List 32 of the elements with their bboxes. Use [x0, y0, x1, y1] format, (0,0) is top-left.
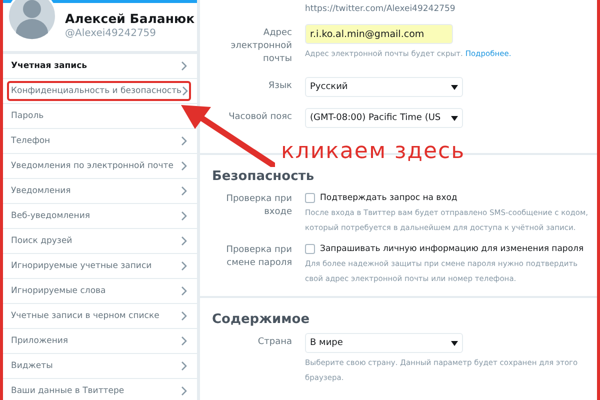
dropdown[interactable]: В мире: [305, 333, 463, 353]
sidebar-item[interactable]: Пароль: [11, 111, 44, 121]
sidebar-item[interactable]: Ваши данные в Твиттере: [11, 386, 124, 396]
sidebar-item[interactable]: Игнорируемые учетные записи: [11, 261, 152, 271]
sidebar-item[interactable]: Учетная запись: [11, 61, 88, 71]
field-label: Проверка при смене пароля: [225, 244, 292, 270]
sidebar-item[interactable]: Уведомления по электронной почте: [11, 161, 174, 171]
profile-url: https://twitter.com/Alexei49242759: [305, 4, 456, 14]
sidebar-item[interactable]: Веб-уведомления: [11, 211, 90, 221]
sidebar-item[interactable]: Поиск друзей: [11, 236, 72, 246]
annotation-caption: кликаем здесь: [281, 139, 466, 164]
section-heading: Содержимое: [212, 312, 311, 327]
field-label: Язык: [268, 80, 292, 93]
profile-handle: @Alexei49242759: [65, 28, 158, 39]
sidebar-item[interactable]: Телефон: [11, 136, 50, 146]
dropdown[interactable]: (GMT-08:00) Pacific Time (US: [305, 108, 463, 128]
dropdown[interactable]: Русский: [305, 77, 463, 97]
sidebar-item[interactable]: Виджеты: [11, 361, 53, 371]
field-label: Проверка при входе: [225, 193, 292, 219]
checkbox-label[interactable]: Подтверждать запрос на вход: [320, 193, 458, 203]
field-label: Часовой пояс: [228, 111, 292, 124]
sidebar-item[interactable]: Игнорируемые слова: [11, 286, 106, 296]
section-heading: Безопасность: [212, 169, 316, 184]
field-label: Страна: [258, 336, 292, 349]
field-label: Адрес электронной почты: [230, 27, 292, 66]
checkbox-label[interactable]: Запрашивать личную информацию для изменения пароля: [320, 244, 584, 254]
profile-name: Алексей Баланюк: [65, 11, 195, 26]
sidebar-item[interactable]: Учетные записи в черном списке: [11, 311, 160, 321]
email-field[interactable]: r.i.ko.al.min@gmail.com: [305, 24, 453, 44]
sidebar-item[interactable]: Приложения: [11, 336, 68, 346]
sidebar-item[interactable]: Конфиденциальность и безопасность: [11, 86, 182, 96]
sidebar-item[interactable]: Уведомления: [11, 186, 71, 196]
